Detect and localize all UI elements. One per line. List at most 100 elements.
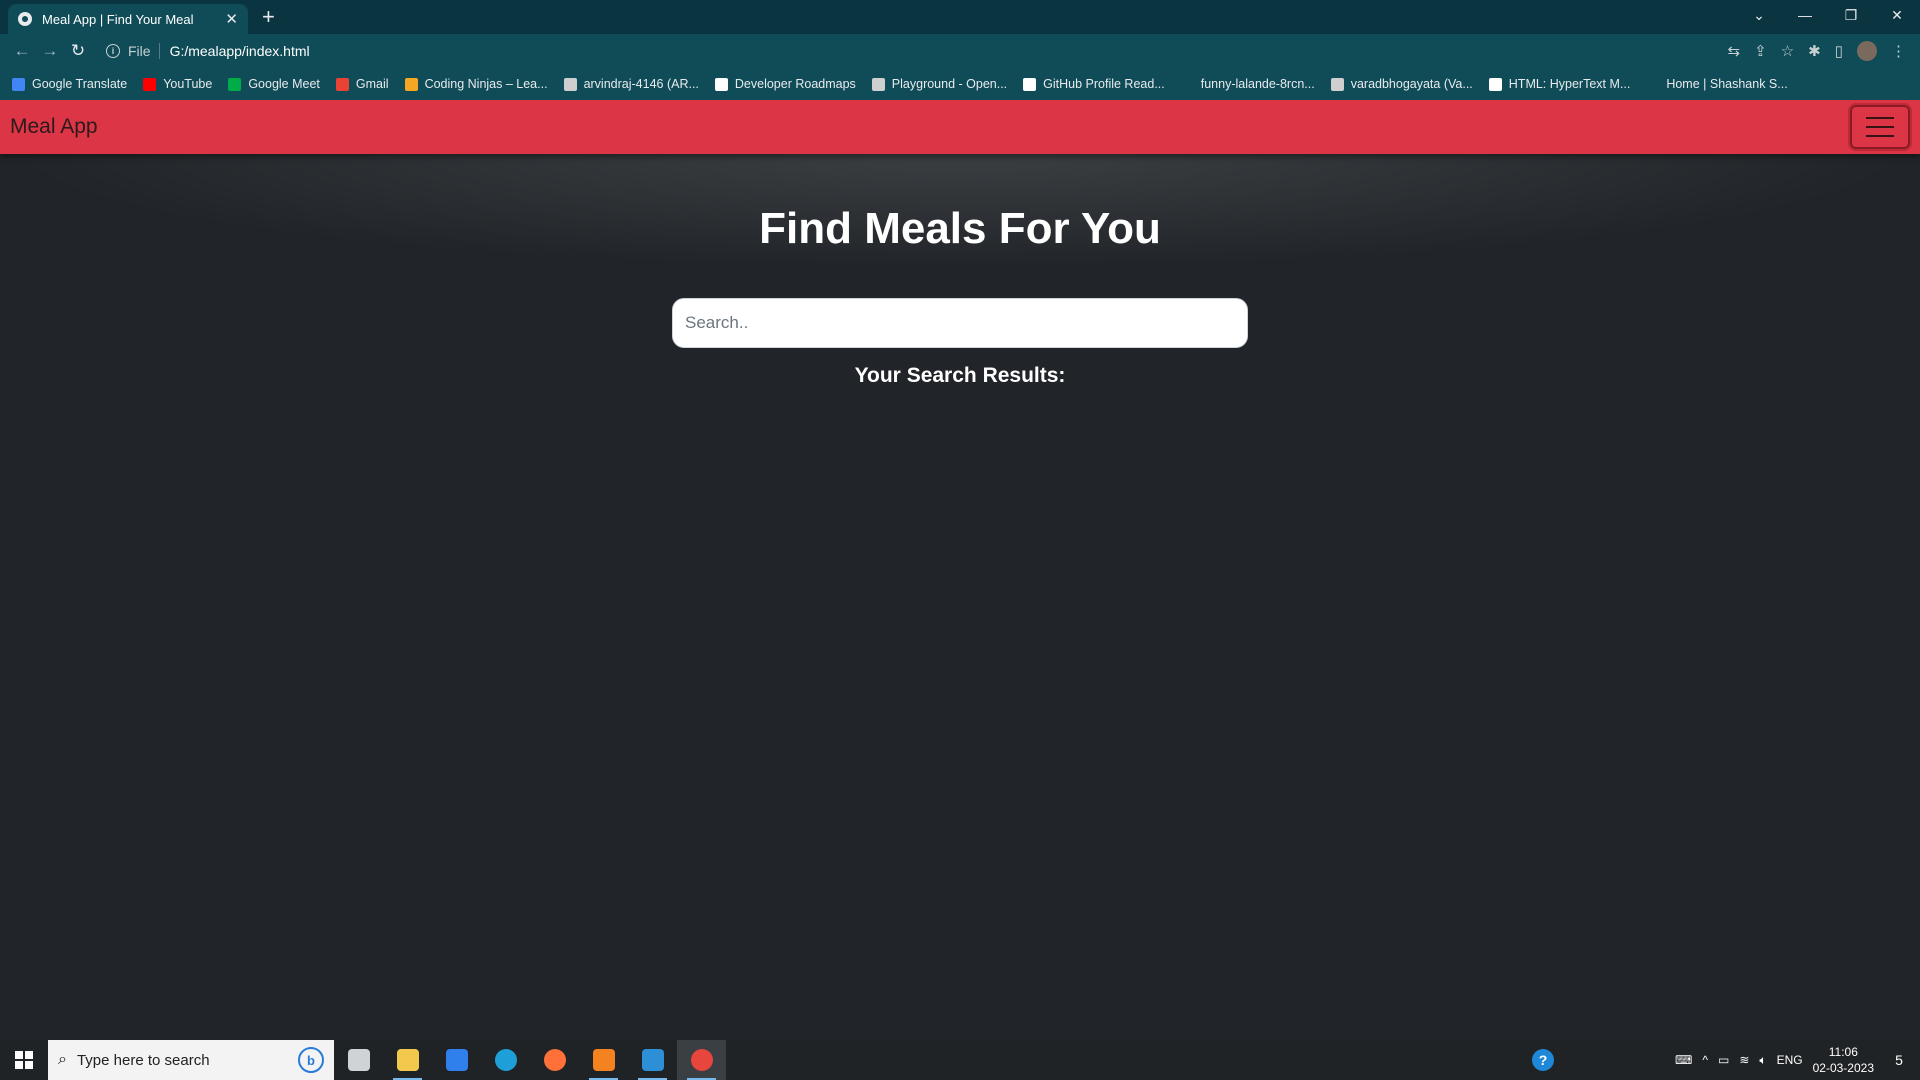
bookmark-item[interactable]: GitHub Profile Read... bbox=[1023, 77, 1165, 91]
bookmark-item[interactable]: varadbhogayata (Va... bbox=[1330, 77, 1473, 91]
help-icon[interactable]: ? bbox=[1532, 1049, 1554, 1071]
taskbar-app-chrome[interactable] bbox=[677, 1040, 726, 1080]
navbar-toggle-button[interactable] bbox=[1850, 105, 1910, 149]
vscode-icon bbox=[641, 1049, 664, 1071]
brand-logo-text[interactable]: Meal App bbox=[10, 115, 98, 139]
clock[interactable]: 11:06 02-03-2023 bbox=[1813, 1044, 1874, 1076]
bookmark-label: HTML: HyperText M... bbox=[1508, 77, 1631, 91]
bookmark-label: arvindraj-4146 (AR... bbox=[583, 77, 699, 91]
omnibox-divider bbox=[158, 43, 160, 59]
bookmark-item[interactable]: Playground - Open... bbox=[871, 77, 1007, 91]
bookmark-label: funny-lalande-8rcn... bbox=[1200, 77, 1315, 91]
close-tab-icon[interactable]: ✕ bbox=[225, 10, 238, 28]
bookmark-favicon-icon bbox=[1646, 77, 1660, 91]
profile-avatar[interactable] bbox=[1857, 41, 1877, 61]
taskbar-app-microsoft-store[interactable] bbox=[432, 1040, 481, 1080]
reload-button[interactable]: ↻ bbox=[64, 41, 92, 61]
taskbar-app-task-view[interactable] bbox=[334, 1040, 383, 1080]
keyboard-icon[interactable]: ⌨ bbox=[1675, 1053, 1692, 1067]
bookmark-item[interactable]: arvindraj-4146 (AR... bbox=[563, 77, 699, 91]
url-text[interactable]: G:/mealapp/index.html bbox=[170, 43, 310, 59]
taskbar-app-vscode[interactable] bbox=[628, 1040, 677, 1080]
bookmark-item[interactable]: Google Meet bbox=[228, 77, 320, 91]
browser-chrome: Meal App | Find Your Meal ✕ + ⌄ — ❐ ✕ ← … bbox=[0, 0, 1920, 100]
chrome-icon bbox=[690, 1049, 713, 1071]
bookmark-label: Google Translate bbox=[32, 77, 128, 91]
language-indicator[interactable]: ENG bbox=[1777, 1053, 1803, 1067]
page-viewport: Meal App Find Meals For You Your Search … bbox=[0, 100, 1920, 1034]
address-bar[interactable]: i File G:/mealapp/index.html bbox=[106, 37, 1728, 65]
notification-center-button[interactable]: 5 bbox=[1884, 1040, 1914, 1080]
taskbar-app-edge[interactable] bbox=[481, 1040, 530, 1080]
bookmark-item[interactable]: Gmail bbox=[335, 77, 389, 91]
bookmark-favicon-icon bbox=[228, 77, 242, 91]
bookmark-favicon-icon bbox=[1330, 77, 1344, 91]
bookmark-item[interactable]: funny-lalande-8rcn... bbox=[1180, 77, 1315, 91]
bookmark-star-icon[interactable]: ☆ bbox=[1781, 42, 1794, 60]
bing-icon[interactable]: b bbox=[298, 1047, 324, 1073]
bookmark-favicon-icon bbox=[335, 77, 349, 91]
tab-strip: Meal App | Find Your Meal ✕ + ⌄ — ❐ ✕ bbox=[0, 0, 1920, 34]
taskbar-app-sublime-text[interactable] bbox=[579, 1040, 628, 1080]
bookmark-item[interactable]: Home | Shashank S... bbox=[1646, 77, 1788, 91]
share-icon[interactable]: ⇪ bbox=[1754, 42, 1767, 60]
wifi-icon[interactable]: ≋ bbox=[1739, 1053, 1749, 1067]
bookmark-favicon-icon bbox=[563, 77, 577, 91]
restore-button[interactable]: ❐ bbox=[1828, 0, 1874, 30]
taskbar-search-box[interactable]: ⌕ Type here to search b bbox=[48, 1040, 334, 1080]
bookmark-label: GitHub Profile Read... bbox=[1043, 77, 1165, 91]
back-button[interactable]: ← bbox=[8, 41, 36, 61]
bookmark-label: Gmail bbox=[355, 77, 389, 91]
bookmark-favicon-icon bbox=[12, 77, 25, 91]
hamburger-line bbox=[1866, 135, 1894, 137]
bookmark-item[interactable]: Google Translate bbox=[12, 77, 127, 91]
new-tab-button[interactable]: + bbox=[262, 4, 275, 30]
translate-icon[interactable]: ⇆ bbox=[1728, 42, 1741, 60]
bookmark-favicon-icon bbox=[714, 77, 728, 91]
bookmark-label: Coding Ninjas – Lea... bbox=[424, 77, 548, 91]
notification-count: 5 bbox=[1895, 1052, 1903, 1068]
volume-icon[interactable]: 🔈︎ bbox=[1759, 1053, 1766, 1068]
window-controls: ⌄ — ❐ ✕ bbox=[1736, 0, 1920, 30]
file-explorer-icon bbox=[396, 1049, 419, 1071]
bookmark-label: varadbhogayata (Va... bbox=[1350, 77, 1473, 91]
url-scheme: File bbox=[128, 43, 151, 59]
taskbar-app-file-explorer[interactable] bbox=[383, 1040, 432, 1080]
bookmark-item[interactable]: YouTube bbox=[143, 77, 212, 91]
edge-icon bbox=[494, 1049, 517, 1071]
sublime-text-icon bbox=[592, 1049, 615, 1071]
search-icon: ⌕ bbox=[58, 1051, 67, 1068]
browser-menu-icon[interactable]: ⋮ bbox=[1891, 42, 1906, 60]
taskbar-search-placeholder: Type here to search bbox=[76, 1051, 210, 1069]
taskbar-apps bbox=[334, 1040, 726, 1080]
start-button[interactable] bbox=[0, 1040, 48, 1080]
extensions-icon[interactable]: ✱ bbox=[1808, 42, 1821, 60]
meal-search-input[interactable] bbox=[672, 298, 1248, 348]
minimize-button[interactable]: — bbox=[1782, 0, 1828, 30]
battery-icon[interactable]: ▭ bbox=[1718, 1053, 1729, 1067]
toolbar-actions: ⇆ ⇪ ☆ ✱ ▯ ⋮ bbox=[1728, 41, 1906, 61]
bookmark-item[interactable]: Developer Roadmaps bbox=[714, 77, 856, 91]
forward-button[interactable]: → bbox=[36, 41, 64, 61]
microsoft-store-icon bbox=[445, 1049, 468, 1071]
bookmark-favicon-icon bbox=[404, 77, 418, 91]
info-icon[interactable]: i bbox=[106, 44, 120, 58]
tab-active[interactable]: Meal App | Find Your Meal ✕ bbox=[8, 4, 248, 34]
bookmark-label: Google Meet bbox=[248, 77, 320, 91]
tray-chevron-icon[interactable]: ^ bbox=[1702, 1053, 1708, 1067]
bookmark-label: Home | Shashank S... bbox=[1666, 77, 1788, 91]
globe-icon bbox=[18, 12, 32, 26]
bookmark-item[interactable]: Coding Ninjas – Lea... bbox=[404, 77, 548, 91]
side-panel-icon[interactable]: ▯ bbox=[1835, 42, 1843, 60]
page-title: Find Meals For You bbox=[759, 204, 1161, 253]
close-window-button[interactable]: ✕ bbox=[1874, 0, 1920, 30]
tab-search-chevron-icon[interactable]: ⌄ bbox=[1736, 0, 1782, 30]
taskbar-app-firefox[interactable] bbox=[530, 1040, 579, 1080]
bookmark-item[interactable]: HTML: HyperText M... bbox=[1488, 77, 1631, 91]
windows-logo-icon bbox=[15, 1051, 33, 1069]
clock-time: 11:06 bbox=[1828, 1045, 1858, 1059]
bookmark-favicon-icon bbox=[1023, 77, 1037, 91]
clock-date: 02-03-2023 bbox=[1812, 1061, 1874, 1075]
browser-toolbar: ← → ↻ i File G:/mealapp/index.html ⇆ ⇪ ☆… bbox=[0, 34, 1920, 68]
bookmark-favicon-icon bbox=[143, 77, 157, 91]
